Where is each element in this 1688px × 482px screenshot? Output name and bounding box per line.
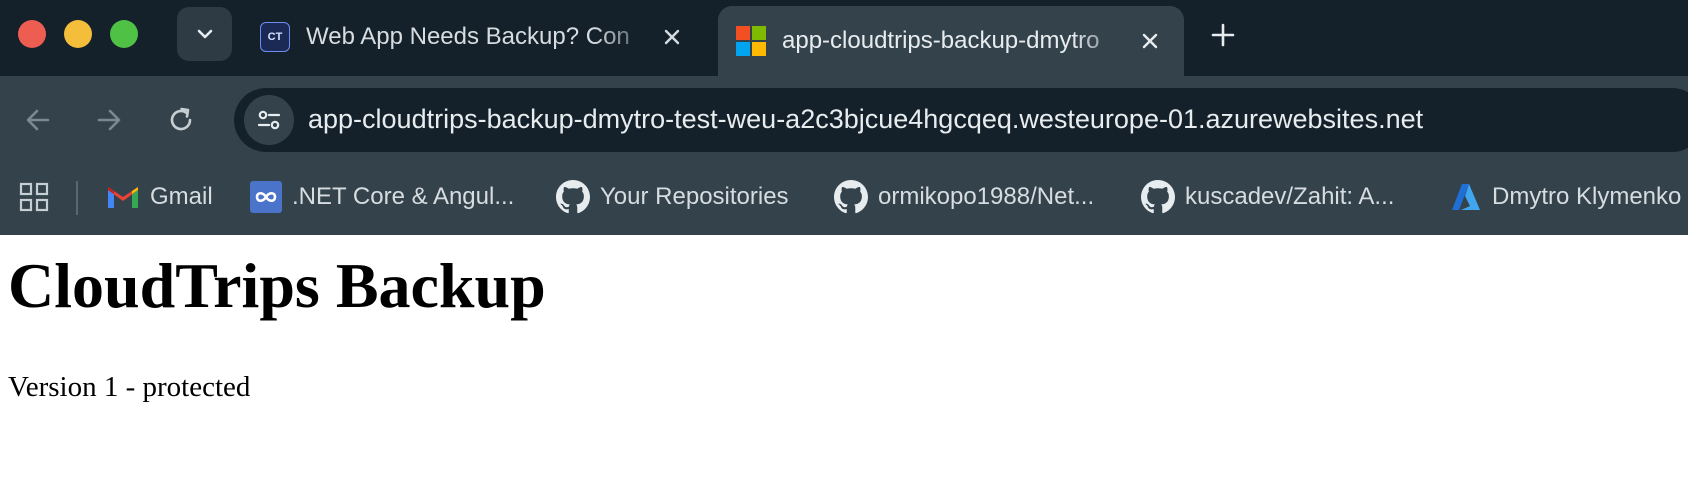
address-bar[interactable]: app-cloudtrips-backup-dmytro-test-weu-a2… (234, 88, 1688, 152)
bookmark-label: kuscadev/Zahit: A... (1185, 183, 1395, 210)
microsoft-icon (736, 26, 766, 56)
site-info-icon (257, 110, 281, 130)
close-icon (664, 29, 680, 45)
github-icon (1141, 180, 1175, 214)
cloudtrips-icon: CT (260, 22, 290, 52)
chevron-down-icon (197, 29, 212, 39)
gmail-icon (108, 187, 138, 208)
browser-toolbar: app-cloudtrips-backup-dmytro-test-weu-a2… (0, 76, 1688, 163)
bookmarks-bar: Gmail .NET Core & Angul... Your Reposito… (0, 163, 1688, 235)
bookmark-dmytro-klymenko[interactable]: Dmytro Klymenko (1450, 177, 1681, 217)
window-close-button[interactable] (18, 20, 46, 48)
tab-title: app-cloudtrips-backup-dmytro (782, 27, 1100, 54)
window-maximize-button[interactable] (110, 20, 138, 48)
tab-close-button[interactable] (1136, 27, 1164, 55)
tab-cloudtrips-backup[interactable]: app-cloudtrips-backup-dmytro (718, 6, 1184, 76)
back-button[interactable] (18, 100, 58, 140)
azure-icon (1452, 184, 1480, 210)
bookmark-label: ormikopo1988/Net... (878, 183, 1095, 210)
forward-button[interactable] (89, 100, 129, 140)
bookmark-label: Dmytro Klymenko (1492, 183, 1682, 210)
page-content: CloudTrips Backup Version 1 - protected (0, 235, 1688, 482)
bookmarks-divider (76, 181, 78, 215)
tab-close-button[interactable] (658, 23, 686, 51)
tab-search-button[interactable] (177, 7, 232, 61)
apps-button[interactable] (18, 179, 50, 220)
plus-icon (1211, 23, 1235, 47)
new-tab-button[interactable] (1206, 18, 1240, 52)
reload-icon (170, 107, 192, 131)
bookmark-your-repositories[interactable]: Your Repositories (556, 177, 789, 217)
bookmark-dotnet-angular[interactable]: .NET Core & Angul... (250, 177, 514, 217)
back-icon (26, 109, 50, 131)
tab-web-app-backup[interactable]: CT Web App Needs Backup? Con (244, 4, 706, 70)
bookmark-label: Gmail (150, 183, 213, 210)
page-title: CloudTrips Backup (8, 250, 546, 321)
dotnet-icon (250, 181, 282, 213)
bookmark-gmail[interactable]: Gmail (106, 177, 213, 217)
bookmark-label: .NET Core & Angul... (292, 183, 515, 210)
tab-title: Web App Needs Backup? Con (306, 23, 630, 50)
github-icon (556, 180, 590, 214)
forward-icon (97, 109, 121, 131)
bookmark-label: Your Repositories (600, 183, 789, 210)
window-minimize-button[interactable] (64, 20, 92, 48)
site-info-button[interactable] (244, 95, 294, 145)
apps-grid-icon (19, 182, 49, 212)
github-icon (834, 180, 868, 214)
tab-strip: CT Web App Needs Backup? Con app-cloudtr… (0, 0, 1688, 76)
url-text[interactable]: app-cloudtrips-backup-dmytro-test-weu-a2… (308, 104, 1423, 135)
close-icon (1142, 33, 1158, 49)
version-text: Version 1 - protected (8, 371, 251, 403)
bookmark-ormikopo[interactable]: ormikopo1988/Net... (834, 177, 1094, 217)
reload-button[interactable] (161, 100, 201, 140)
bookmark-kuscadev[interactable]: kuscadev/Zahit: A... (1141, 177, 1394, 217)
